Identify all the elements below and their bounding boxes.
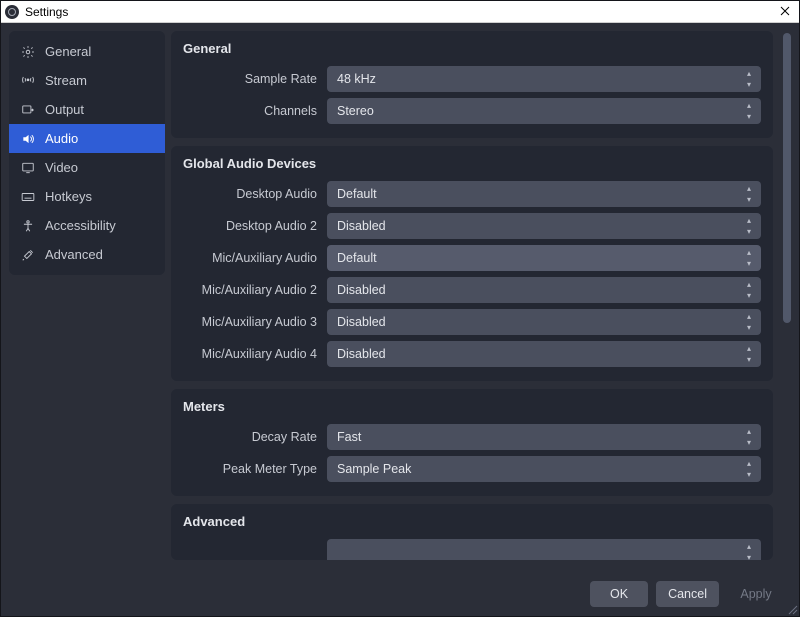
sidebar-item-label: Advanced (45, 247, 103, 262)
apply-button[interactable]: Apply (727, 581, 785, 607)
decay-rate-select[interactable]: Fast ▴▾ (327, 424, 761, 450)
accessibility-icon (21, 219, 35, 233)
sidebar-item-advanced[interactable]: Advanced (9, 240, 165, 269)
advanced-select[interactable]: ▴▾ (327, 539, 761, 560)
desktop-audio-select[interactable]: Default ▴▾ (327, 181, 761, 207)
field-label: Decay Rate (183, 430, 319, 444)
sidebar-item-accessibility[interactable]: Accessibility (9, 211, 165, 240)
group-global-audio-devices: Global Audio Devices Desktop Audio Defau… (171, 146, 773, 381)
group-title: General (183, 41, 761, 56)
close-icon (780, 6, 790, 16)
group-title: Global Audio Devices (183, 156, 761, 171)
output-icon (21, 103, 35, 117)
dialog-footer: OK Cancel Apply (1, 572, 799, 616)
select-value: Default (337, 187, 377, 201)
body: General Stream Output Audio (1, 23, 799, 572)
updown-icon: ▴▾ (740, 312, 758, 332)
channels-select[interactable]: Stereo ▴▾ (327, 98, 761, 124)
sidebar-item-general[interactable]: General (9, 37, 165, 66)
field-label (183, 545, 319, 559)
sidebar-item-label: Hotkeys (45, 189, 92, 204)
obs-icon (5, 5, 19, 19)
resize-grip[interactable] (786, 603, 798, 615)
select-value: Sample Peak (337, 462, 411, 476)
ok-button[interactable]: OK (590, 581, 648, 607)
peak-meter-type-select[interactable]: Sample Peak ▴▾ (327, 456, 761, 482)
settings-scroll[interactable]: General Sample Rate 48 kHz ▴▾ Channels S (171, 31, 779, 572)
sidebar-item-stream[interactable]: Stream (9, 66, 165, 95)
settings-window: Settings General Stream (0, 0, 800, 617)
desktop-audio-2-select[interactable]: Disabled ▴▾ (327, 213, 761, 239)
speaker-icon (21, 132, 35, 146)
tools-icon (21, 248, 35, 262)
select-value: Default (337, 251, 377, 265)
keyboard-icon (21, 190, 35, 204)
group-general: General Sample Rate 48 kHz ▴▾ Channels S (171, 31, 773, 138)
field-label: Mic/Auxiliary Audio 3 (183, 315, 319, 329)
field-label: Mic/Auxiliary Audio 2 (183, 283, 319, 297)
sidebar-item-audio[interactable]: Audio (9, 124, 165, 153)
sidebar-item-label: Video (45, 160, 78, 175)
antenna-icon (21, 74, 35, 88)
group-title: Meters (183, 399, 761, 414)
sidebar: General Stream Output Audio (9, 31, 165, 275)
sidebar-item-label: General (45, 44, 91, 59)
updown-icon: ▴▾ (740, 69, 758, 89)
select-value: Disabled (337, 347, 386, 361)
select-value: 48 kHz (337, 72, 376, 86)
updown-icon: ▴▾ (740, 427, 758, 447)
updown-icon: ▴▾ (740, 184, 758, 204)
cancel-button[interactable]: Cancel (656, 581, 719, 607)
select-value: Disabled (337, 283, 386, 297)
mic-aux-2-select[interactable]: Disabled ▴▾ (327, 277, 761, 303)
mic-aux-3-select[interactable]: Disabled ▴▾ (327, 309, 761, 335)
gear-icon (21, 45, 35, 59)
field-label: Desktop Audio 2 (183, 219, 319, 233)
window-title: Settings (25, 5, 68, 19)
sidebar-item-label: Output (45, 102, 84, 117)
updown-icon: ▴▾ (740, 280, 758, 300)
sidebar-item-label: Stream (45, 73, 87, 88)
updown-icon: ▴▾ (740, 459, 758, 479)
field-label: Desktop Audio (183, 187, 319, 201)
updown-icon: ▴▾ (740, 248, 758, 268)
group-title: Advanced (183, 514, 761, 529)
sidebar-item-output[interactable]: Output (9, 95, 165, 124)
sample-rate-select[interactable]: 48 kHz ▴▾ (327, 66, 761, 92)
monitor-icon (21, 161, 35, 175)
mic-aux-select[interactable]: Default ▴▾ (327, 245, 761, 271)
sidebar-item-video[interactable]: Video (9, 153, 165, 182)
select-value: Disabled (337, 219, 386, 233)
scrollbar-thumb[interactable] (783, 33, 791, 323)
group-meters: Meters Decay Rate Fast ▴▾ Peak Meter Typ… (171, 389, 773, 496)
field-label: Sample Rate (183, 72, 319, 86)
field-label: Channels (183, 104, 319, 118)
updown-icon: ▴▾ (740, 101, 758, 121)
select-value: Fast (337, 430, 361, 444)
select-value: Stereo (337, 104, 374, 118)
updown-icon: ▴▾ (740, 542, 758, 560)
group-advanced: Advanced ▴▾ (171, 504, 773, 560)
main-area: General Sample Rate 48 kHz ▴▾ Channels S (171, 31, 791, 572)
mic-aux-4-select[interactable]: Disabled ▴▾ (327, 341, 761, 367)
sidebar-item-hotkeys[interactable]: Hotkeys (9, 182, 165, 211)
sidebar-item-label: Accessibility (45, 218, 116, 233)
select-value: Disabled (337, 315, 386, 329)
field-label: Mic/Auxiliary Audio (183, 251, 319, 265)
scrollbar[interactable] (783, 31, 791, 572)
updown-icon: ▴▾ (740, 344, 758, 364)
close-button[interactable] (775, 5, 795, 19)
titlebar: Settings (1, 1, 799, 23)
sidebar-item-label: Audio (45, 131, 78, 146)
updown-icon: ▴▾ (740, 216, 758, 236)
field-label: Peak Meter Type (183, 462, 319, 476)
field-label: Mic/Auxiliary Audio 4 (183, 347, 319, 361)
